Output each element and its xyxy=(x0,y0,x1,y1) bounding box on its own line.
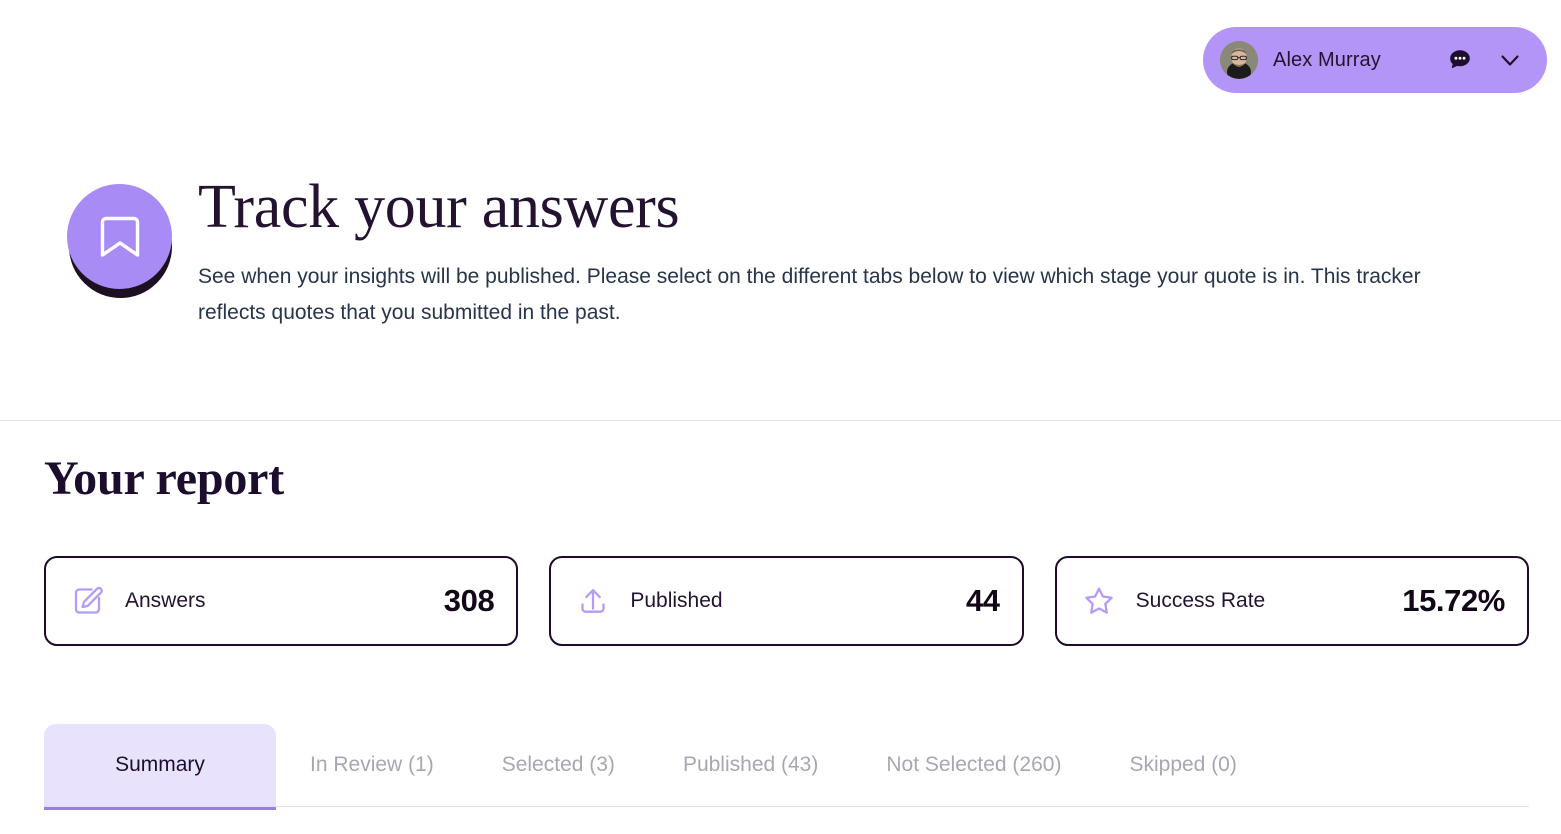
tab-label: In Review (1) xyxy=(310,753,434,776)
stat-card-answers[interactable]: Answers 308 xyxy=(44,556,519,646)
stat-value: 15.72% xyxy=(1402,583,1505,618)
stat-card-published[interactable]: Published 44 xyxy=(549,556,1024,646)
tab-label: Published (43) xyxy=(682,753,819,776)
chat-bubble-icon[interactable] xyxy=(1447,47,1473,73)
report-section: Your report Answers 308 Published 44 Suc… xyxy=(44,455,1529,646)
tab-summary[interactable]: Summary xyxy=(44,724,276,810)
avatar xyxy=(1220,41,1258,79)
tab-baseline xyxy=(44,806,1529,807)
page-description: See when your insights will be published… xyxy=(198,265,1421,325)
hero-badge-disc xyxy=(67,184,172,289)
user-menu-pill[interactable]: Alex Murray xyxy=(1203,27,1547,93)
stat-value: 44 xyxy=(965,583,1000,618)
hero-badge xyxy=(67,184,172,298)
tab-list: Summary In Review (1) Selected (3) Publi… xyxy=(44,724,1561,810)
user-name: Alex Murray xyxy=(1273,48,1381,71)
tab-in-review[interactable]: In Review (1) xyxy=(276,724,468,806)
upload-icon xyxy=(575,583,611,619)
stat-label: Answers xyxy=(125,589,206,612)
page-title: Track your answers xyxy=(198,173,680,241)
stat-label: Success Rate xyxy=(1135,589,1266,612)
section-divider xyxy=(0,420,1561,421)
stat-card-list: Answers 308 Published 44 Success Rate 15… xyxy=(44,556,1529,646)
topbar: Alex Murray xyxy=(0,0,1561,120)
tab-selected[interactable]: Selected (3) xyxy=(468,724,649,806)
page-root: Alex Murray Track your answers See when … xyxy=(0,0,1561,834)
tab-skipped[interactable]: Skipped (0) xyxy=(1095,724,1270,806)
tab-label: Not Selected (260) xyxy=(886,753,1062,776)
tab-bar: Summary In Review (1) Selected (3) Publi… xyxy=(44,724,1561,834)
report-title: Your report xyxy=(44,452,285,505)
tab-label: Selected (3) xyxy=(501,753,615,776)
edit-pencil-icon xyxy=(70,583,106,619)
tab-published[interactable]: Published (43) xyxy=(649,724,852,806)
tab-label: Summary xyxy=(115,753,205,776)
hero-text: Track your answers See when your insight… xyxy=(198,173,1488,331)
stat-value: 308 xyxy=(443,583,495,618)
tab-label: Skipped (0) xyxy=(1129,753,1237,776)
stat-label: Published xyxy=(630,589,723,612)
stat-card-success-rate[interactable]: Success Rate 15.72% xyxy=(1054,556,1529,646)
hero-section: Track your answers See when your insight… xyxy=(67,173,1521,331)
bookmark-icon xyxy=(98,212,142,262)
chevron-down-icon[interactable] xyxy=(1497,47,1523,73)
tab-not-selected[interactable]: Not Selected (260) xyxy=(852,724,1095,806)
star-icon xyxy=(1081,583,1117,619)
